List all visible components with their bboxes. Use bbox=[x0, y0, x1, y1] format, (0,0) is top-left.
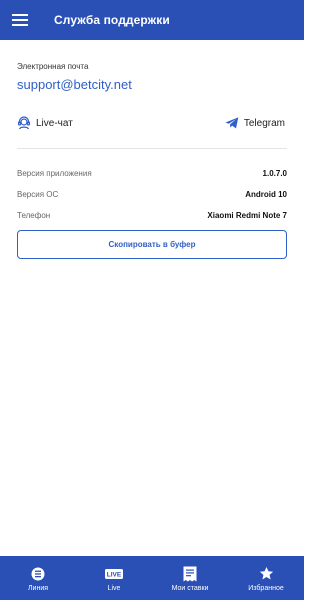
nav-label: Избранное bbox=[248, 584, 284, 592]
nav-item-my-bets[interactable]: Мои ставки bbox=[152, 556, 228, 600]
live-badge-icon: LIVE bbox=[105, 565, 123, 583]
star-icon bbox=[259, 565, 274, 583]
nav-item-favorites[interactable]: Избранное bbox=[228, 556, 304, 600]
email-label: Электронная почта bbox=[17, 62, 89, 71]
contact-options: Live-чат Telegram bbox=[17, 114, 287, 132]
info-key: Телефон bbox=[17, 210, 51, 220]
info-value: Xiaomi Redmi Note 7 bbox=[207, 210, 287, 220]
info-value: Android 10 bbox=[245, 189, 287, 199]
support-email-link[interactable]: support@betcity.net bbox=[17, 77, 132, 92]
app-bar: Служба поддержки bbox=[0, 0, 304, 40]
nav-label: Live bbox=[107, 584, 121, 592]
live-badge-text: LIVE bbox=[107, 571, 122, 578]
telegram-icon bbox=[225, 117, 239, 129]
copy-to-clipboard-button[interactable]: Скопировать в буфер bbox=[17, 230, 287, 259]
live-chat-button[interactable]: Live-чат bbox=[17, 114, 73, 132]
page-title: Служба поддержки bbox=[54, 13, 170, 27]
telegram-button[interactable]: Telegram bbox=[225, 114, 285, 132]
headset-icon bbox=[17, 116, 31, 130]
nav-label: Линия bbox=[27, 584, 49, 592]
info-row-phone: Телефон Xiaomi Redmi Note 7 bbox=[17, 209, 287, 221]
live-chat-label: Live-чат bbox=[36, 117, 73, 129]
line-icon bbox=[31, 565, 45, 583]
info-key: Версия ОС bbox=[17, 189, 59, 199]
nav-item-live[interactable]: LIVE Live bbox=[76, 556, 152, 600]
info-row-os-version: Версия ОС Android 10 bbox=[17, 188, 287, 200]
divider bbox=[17, 148, 287, 149]
bet-slip-icon bbox=[183, 565, 197, 583]
nav-item-line[interactable]: Линия bbox=[0, 556, 76, 600]
info-value: 1.0.7.0 bbox=[262, 168, 287, 178]
info-row-app-version: Версия приложения 1.0.7.0 bbox=[17, 167, 287, 179]
info-key: Версия приложения bbox=[17, 168, 92, 178]
hamburger-menu-icon[interactable] bbox=[0, 0, 40, 40]
bottom-navigation: Линия LIVE Live Мои ставки Избранное bbox=[0, 556, 304, 600]
nav-label: Мои ставки bbox=[171, 584, 209, 592]
telegram-label: Telegram bbox=[243, 117, 285, 129]
